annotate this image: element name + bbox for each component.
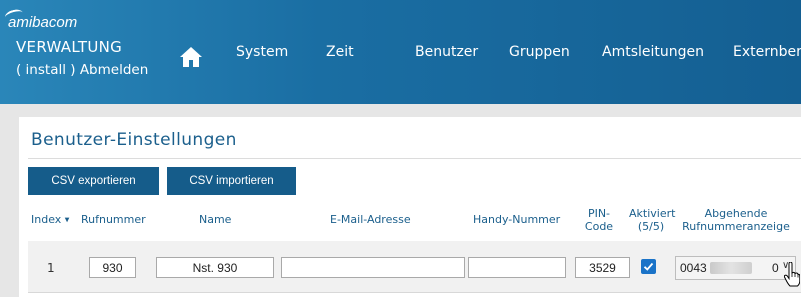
col-index-label: Index bbox=[31, 213, 62, 226]
pin-input[interactable]: 3529 bbox=[575, 257, 630, 278]
outgoing-number-suffix: 0 bbox=[772, 261, 779, 275]
col-active-header: Aktiviert (5/5) bbox=[629, 207, 676, 233]
csv-import-button[interactable]: CSV importieren bbox=[167, 167, 296, 195]
hand-pointer-icon bbox=[784, 262, 800, 287]
nav-amtsleitungen[interactable]: Amtsleitungen bbox=[602, 44, 704, 60]
row-divider bbox=[28, 292, 801, 293]
check-icon bbox=[643, 262, 654, 271]
app-title: VERWALTUNG bbox=[16, 38, 123, 56]
col-number-header: Rufnummer bbox=[81, 213, 146, 226]
col-pin-line2: Code bbox=[584, 220, 614, 233]
nav-benutzer[interactable]: Benutzer bbox=[415, 44, 478, 60]
col-pin-line1: PIN- bbox=[587, 207, 611, 220]
col-outgoing-header: Abgehende Rufnummeranzeige bbox=[675, 207, 797, 233]
col-active-line1: Aktiviert bbox=[629, 207, 676, 220]
page-title: Benutzer-Einstellungen bbox=[31, 130, 237, 150]
col-pin-header: PIN- Code bbox=[584, 207, 614, 233]
csv-export-button[interactable]: CSV exportieren bbox=[28, 167, 159, 195]
number-input[interactable]: 930 bbox=[89, 257, 136, 278]
outgoing-number-select[interactable]: 0043 0 ∨ bbox=[675, 256, 796, 280]
email-input[interactable] bbox=[281, 257, 465, 278]
sort-desc-icon: ▼ bbox=[64, 216, 70, 224]
title-divider bbox=[28, 158, 801, 159]
active-checkbox[interactable] bbox=[641, 259, 656, 274]
home-icon[interactable] bbox=[179, 45, 203, 69]
nav-system[interactable]: System bbox=[236, 44, 288, 60]
nav-externber[interactable]: Externber bbox=[733, 44, 801, 60]
row-index: 1 bbox=[47, 261, 55, 275]
outgoing-number-prefix: 0043 bbox=[680, 261, 707, 275]
name-input[interactable]: Nst. 930 bbox=[156, 257, 274, 278]
col-index-header[interactable]: Index ▼ bbox=[31, 213, 69, 227]
nav-gruppen[interactable]: Gruppen bbox=[509, 44, 570, 60]
col-mobile-header: Handy-Nummer bbox=[473, 213, 561, 226]
col-active-line2: (5/5) bbox=[637, 220, 665, 233]
logout-link[interactable]: ( install ) Abmelden bbox=[16, 62, 148, 78]
col-email-header: E-Mail-Adresse bbox=[330, 213, 411, 226]
nav-zeit[interactable]: Zeit bbox=[326, 44, 354, 60]
col-outgoing-line2: Rufnummeranzeige bbox=[682, 220, 790, 233]
col-name-header: Name bbox=[199, 213, 232, 226]
redacted-digits bbox=[710, 262, 752, 274]
mobile-input[interactable] bbox=[468, 257, 566, 278]
col-outgoing-line1: Abgehende bbox=[704, 207, 768, 220]
brand-logo: amibacom bbox=[4, 7, 77, 31]
